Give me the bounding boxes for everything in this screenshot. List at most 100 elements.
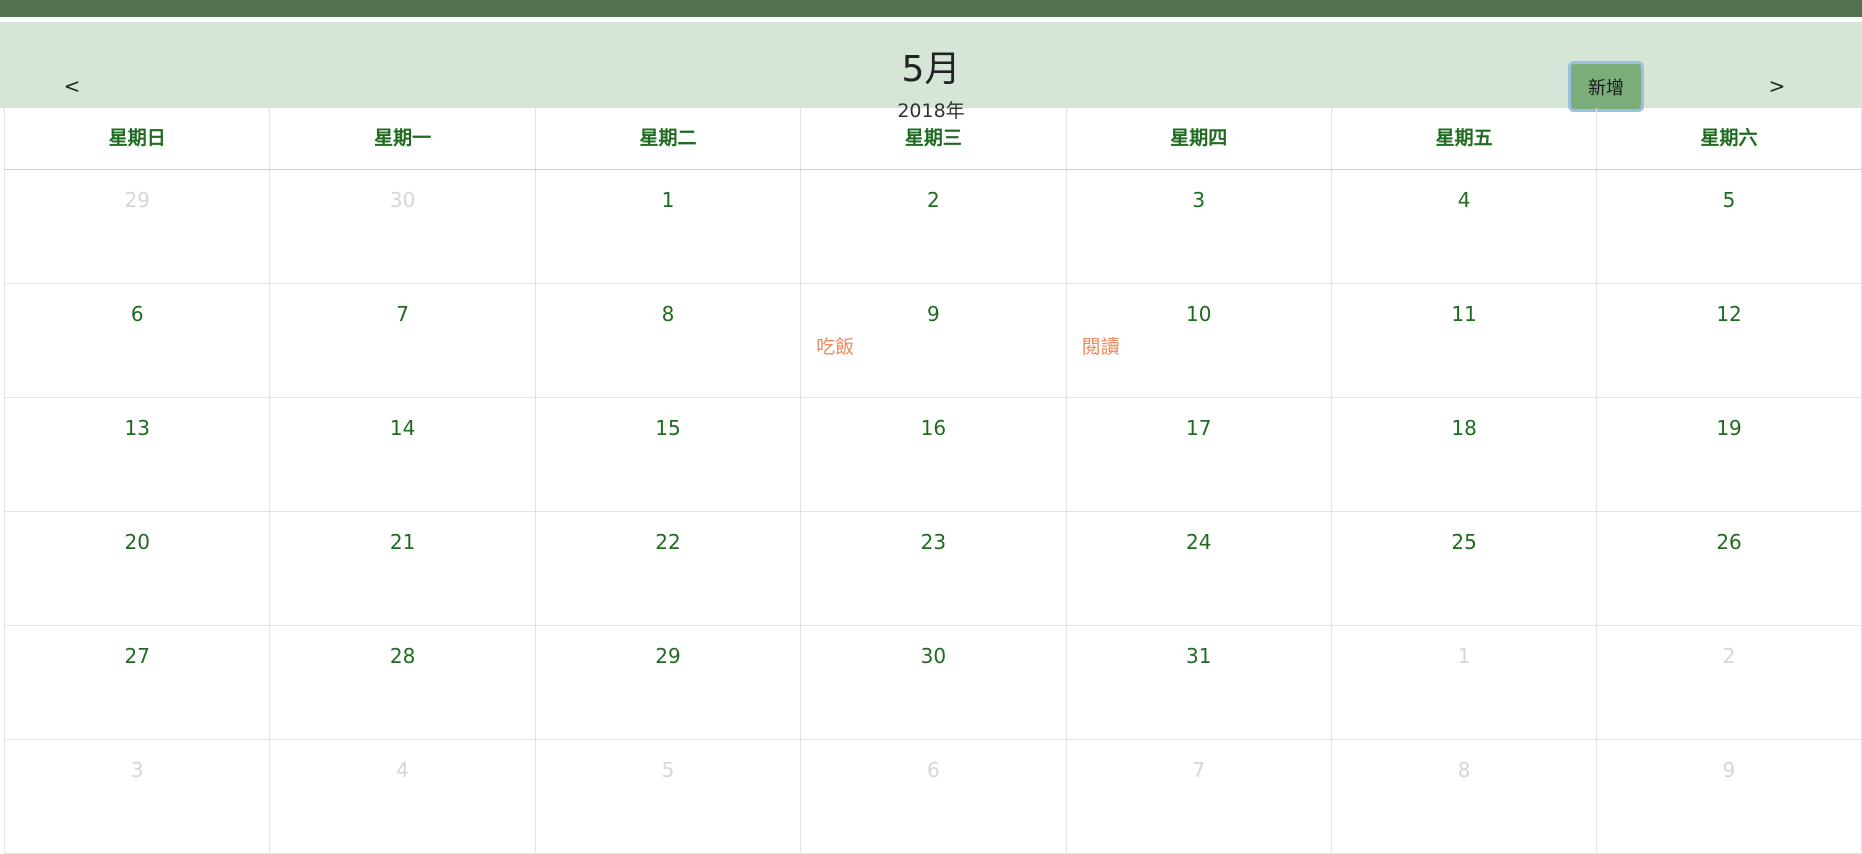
day-number: 9 xyxy=(927,302,940,326)
day-cell-other-month[interactable]: 4 xyxy=(269,740,534,853)
day-cell[interactable]: 10 閱讀 xyxy=(1065,284,1331,397)
day-number: 8 xyxy=(1457,758,1471,782)
day-cell[interactable]: 9 吃飯 xyxy=(800,284,1065,397)
day-cell[interactable]: 30 xyxy=(800,626,1065,739)
day-cell[interactable]: 20 xyxy=(4,512,269,625)
day-number: 27 xyxy=(124,644,150,668)
day-cell-other-month[interactable]: 30 xyxy=(269,170,534,283)
day-number: 14 xyxy=(389,416,416,440)
day-cell[interactable]: 17 xyxy=(1065,398,1331,511)
day-cell[interactable]: 11 xyxy=(1330,284,1596,397)
day-cell[interactable]: 1 xyxy=(534,170,800,283)
calendar-header: < 5月 2018年 新增 > xyxy=(0,22,1862,122)
day-number: 20 xyxy=(124,530,150,554)
day-number: 25 xyxy=(1451,530,1477,554)
weekday-header: 星期一 xyxy=(269,108,534,169)
day-number: 16 xyxy=(920,416,947,440)
week-row: 6 7 8 9 吃飯 10 閱讀 11 12 xyxy=(4,284,1862,398)
day-cell[interactable]: 14 xyxy=(269,398,534,511)
week-row: 27 28 29 30 31 1 2 xyxy=(4,626,1862,740)
day-number: 21 xyxy=(389,530,416,554)
day-number: 30 xyxy=(920,644,947,668)
day-number: 1 xyxy=(661,188,675,212)
weeks-container: 29 30 1 2 3 4 5 6 7 8 9 吃飯 10 閱讀 11 12 13 14 15 16 17 18 19 20 2… xyxy=(4,170,1862,854)
day-cell[interactable]: 13 xyxy=(4,398,269,511)
day-number: 8 xyxy=(661,302,675,326)
day-number: 6 xyxy=(130,302,144,326)
day-number: 23 xyxy=(920,530,947,554)
day-number: 26 xyxy=(1716,530,1742,554)
day-cell[interactable]: 3 xyxy=(1065,170,1331,283)
add-event-button[interactable]: 新增 xyxy=(1568,61,1644,112)
day-cell[interactable]: 12 xyxy=(1596,284,1862,397)
prev-month-button[interactable]: < xyxy=(52,66,92,106)
day-cell[interactable]: 24 xyxy=(1065,512,1331,625)
day-cell-other-month[interactable]: 5 xyxy=(534,740,800,853)
day-number: 13 xyxy=(124,416,150,440)
day-cell[interactable]: 21 xyxy=(269,512,534,625)
day-cell-other-month[interactable]: 6 xyxy=(800,740,1065,853)
day-number: 5 xyxy=(1722,188,1736,212)
next-month-button[interactable]: > xyxy=(1757,66,1797,106)
day-number: 31 xyxy=(1186,644,1212,668)
day-number: 10 xyxy=(1186,302,1212,326)
day-cell[interactable]: 5 xyxy=(1596,170,1862,283)
day-cell-other-month[interactable]: 2 xyxy=(1596,626,1862,739)
weekday-header: 星期日 xyxy=(4,108,269,169)
week-row: 20 21 22 23 24 25 26 xyxy=(4,512,1862,626)
weekday-header-row: 星期日 星期一 星期二 星期三 星期四 星期五 星期六 xyxy=(4,108,1862,170)
day-cell[interactable]: 4 xyxy=(1330,170,1596,283)
day-number: 19 xyxy=(1716,416,1742,440)
day-cell[interactable]: 25 xyxy=(1330,512,1596,625)
weekday-header: 星期三 xyxy=(800,108,1065,169)
day-cell-other-month[interactable]: 1 xyxy=(1330,626,1596,739)
weekday-header: 星期二 xyxy=(534,108,800,169)
day-number: 7 xyxy=(396,302,409,326)
day-number: 18 xyxy=(1451,416,1477,440)
week-row: 29 30 1 2 3 4 5 xyxy=(4,170,1862,284)
day-cell-other-month[interactable]: 8 xyxy=(1330,740,1596,853)
day-cell[interactable]: 27 xyxy=(4,626,269,739)
day-cell[interactable]: 26 xyxy=(1596,512,1862,625)
day-number: 15 xyxy=(655,416,681,440)
day-number: 29 xyxy=(124,188,150,212)
day-number: 1 xyxy=(1457,644,1471,668)
week-row: 13 14 15 16 17 18 19 xyxy=(4,398,1862,512)
day-number: 11 xyxy=(1451,302,1477,326)
day-cell[interactable]: 22 xyxy=(534,512,800,625)
day-number: 4 xyxy=(1457,188,1471,212)
day-number: 30 xyxy=(389,188,416,212)
day-number: 17 xyxy=(1186,416,1212,440)
event-label[interactable]: 閱讀 xyxy=(1082,332,1120,359)
day-number: 28 xyxy=(389,644,416,668)
day-cell-other-month[interactable]: 7 xyxy=(1065,740,1331,853)
day-cell[interactable]: 8 xyxy=(534,284,800,397)
weekday-header: 星期五 xyxy=(1330,108,1596,169)
day-number: 3 xyxy=(1192,188,1206,212)
month-title: 5月 xyxy=(901,49,961,90)
day-cell[interactable]: 23 xyxy=(800,512,1065,625)
day-number: 6 xyxy=(927,758,940,782)
day-cell[interactable]: 28 xyxy=(269,626,534,739)
day-cell[interactable]: 31 xyxy=(1065,626,1331,739)
day-cell[interactable]: 7 xyxy=(269,284,534,397)
weekday-header: 星期六 xyxy=(1596,108,1862,169)
day-number: 22 xyxy=(655,530,681,554)
day-cell[interactable]: 16 xyxy=(800,398,1065,511)
day-cell[interactable]: 6 xyxy=(4,284,269,397)
day-cell[interactable]: 19 xyxy=(1596,398,1862,511)
day-cell[interactable]: 29 xyxy=(534,626,800,739)
day-cell-other-month[interactable]: 3 xyxy=(4,740,269,853)
day-cell[interactable]: 15 xyxy=(534,398,800,511)
weekday-header: 星期四 xyxy=(1065,108,1331,169)
day-cell-other-month[interactable]: 29 xyxy=(4,170,269,283)
day-number: 29 xyxy=(655,644,681,668)
day-number: 4 xyxy=(396,758,409,782)
day-cell-other-month[interactable]: 9 xyxy=(1596,740,1862,853)
day-number: 12 xyxy=(1716,302,1742,326)
day-cell[interactable]: 18 xyxy=(1330,398,1596,511)
day-number: 24 xyxy=(1186,530,1212,554)
day-cell[interactable]: 2 xyxy=(800,170,1065,283)
event-label[interactable]: 吃飯 xyxy=(816,332,854,359)
day-number: 9 xyxy=(1722,758,1736,782)
